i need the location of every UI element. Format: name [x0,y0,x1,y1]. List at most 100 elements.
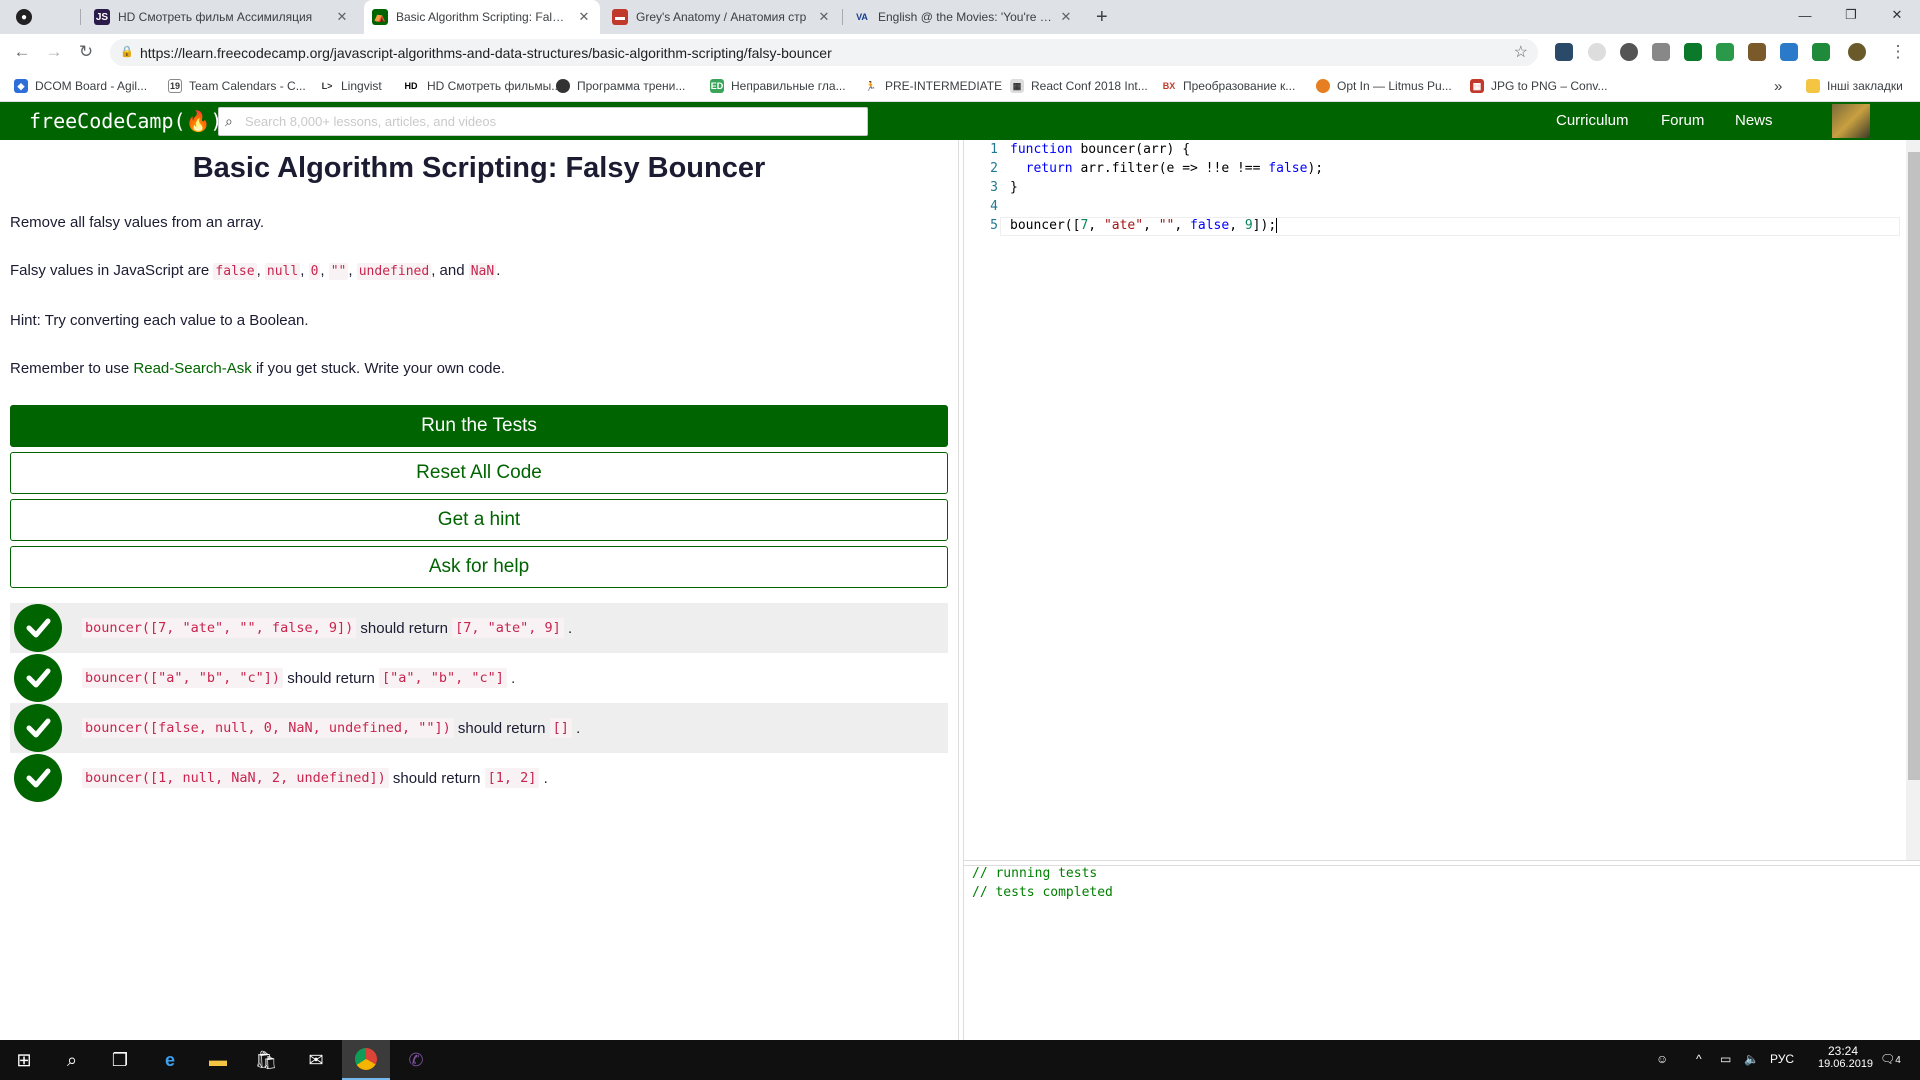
address-bar[interactable]: 🔒 https://learn.freecodecamp.org/javascr… [110,39,1538,66]
extension-icon[interactable] [1748,43,1766,61]
github-icon: ● [16,9,32,25]
bookmark-item[interactable]: ▦ React Conf 2018 Int... [1010,70,1148,102]
tab-freecodecamp[interactable]: ⛺ Basic Algorithm Scripting: Falsy B ✕ [364,0,600,34]
close-window-icon[interactable]: ✕ [1874,0,1920,30]
minimize-icon[interactable]: — [1782,0,1828,30]
read-search-ask-link[interactable]: Read-Search-Ask [133,360,251,377]
editor-scrollbar-thumb[interactable] [1908,152,1920,780]
close-icon[interactable]: ✕ [334,9,350,25]
test-call: bouncer([7, "ate", "", false, 9]) [82,618,357,638]
tab-title: Grey's Anatomy / Анатомия стр [636,10,807,24]
extension-icon[interactable] [1652,43,1670,61]
close-icon[interactable]: ✕ [576,9,592,25]
checkmark-icon [14,604,62,652]
ask-help-button[interactable]: Ask for help [10,546,948,588]
reload-icon[interactable]: ↻ [70,34,102,70]
bookmark-item[interactable]: 19 Team Calendars - C... [168,70,306,102]
line-number: 1 [990,142,998,157]
tab-english[interactable]: VA English @ the Movies: 'You're a L ✕ [846,0,1082,34]
bookmark-star-icon[interactable]: ☆ [1514,42,1528,62]
bookmark-item[interactable]: BX Преобразование к... [1162,70,1296,102]
back-icon[interactable]: ← [6,34,38,70]
bookmark-item[interactable]: ED Неправильные гла... [710,70,846,102]
tab-greys[interactable]: ▬ Grey's Anatomy / Анатомия стр ✕ [604,0,840,34]
test-call: bouncer(["a", "b", "c"]) [82,668,284,688]
challenge-description-pane: Basic Algorithm Scripting: Falsy Bouncer… [0,140,958,1040]
user-avatar[interactable] [1832,104,1870,138]
challenge-title: Basic Algorithm Scripting: Falsy Bouncer [192,152,766,184]
extension-icon[interactable] [1588,43,1606,61]
read-search-ask-text: Remember to use Read-Search-Ask if you g… [10,360,505,377]
nav-news[interactable]: News [1735,112,1773,129]
lingvist-icon: L> [321,81,333,91]
bookmark-item[interactable]: L> Lingvist [320,70,382,102]
file-explorer-icon[interactable]: ▬ [194,1040,242,1080]
mail-icon[interactable]: ✉ [292,1040,340,1080]
language-indicator[interactable]: РУС [1770,1052,1794,1066]
restore-icon[interactable]: ❐ [1828,0,1874,30]
search-input[interactable] [245,114,867,129]
search-box[interactable]: ⌕ [218,107,868,136]
tab-title: HD Смотреть фильм Ассимиляция [118,10,313,24]
run-tests-button[interactable]: Run the Tests [10,405,948,447]
tab-github[interactable]: ● [8,0,46,34]
inline-code: undefined [356,263,432,280]
people-icon[interactable]: ☺ [1656,1052,1668,1066]
bookmark-item[interactable]: Программа трени... [556,70,685,102]
nav-curriculum[interactable]: Curriculum [1556,112,1629,129]
notifications-icon[interactable]: 🗨4 [1880,1052,1901,1066]
bookmarks-bar: ◆ DCOM Board - Agil... 19 Team Calendars -… [0,70,1920,102]
line-number: 3 [990,180,998,195]
extension-icon[interactable] [1812,43,1830,61]
test-call: bouncer([1, null, NaN, 2, undefined]) [82,768,389,788]
line-number: 2 [990,161,998,176]
tab-movie[interactable]: JS HD Смотреть фильм Ассимиляция ✕ [86,0,358,34]
menu-icon[interactable]: ⋮ [1882,34,1914,70]
browser-toolbar: ← → ↻ 🔒 https://learn.freecodecamp.org/j… [0,34,1920,70]
bookmark-icon: ◆ [14,79,28,93]
bookmark-item[interactable]: ◆ DCOM Board - Agil... [14,70,147,102]
network-icon[interactable]: ▭ [1720,1052,1731,1066]
store-icon[interactable]: 🛍 [242,1040,290,1080]
viber-icon[interactable]: ✆ [392,1040,440,1080]
new-tab-button[interactable]: + [1088,0,1116,34]
line-number: 5 [990,218,998,233]
chevron-up-icon[interactable]: ^ [1696,1052,1702,1066]
clock[interactable]: 23:24 19.06.2019 [1818,1044,1873,1070]
checkmark-icon [14,704,62,752]
runner-icon: 🏃 [865,80,877,91]
task-view-icon[interactable]: ❐ [96,1040,144,1080]
bookmark-item[interactable]: ▦ JPG to PNG – Conv... [1470,70,1607,102]
edge-icon[interactable]: e [146,1040,194,1080]
lock-icon: 🔒 [120,46,134,58]
bookmark-item[interactable]: 🏃 PRE-INTERMEDIATE [864,70,1002,102]
profile-avatar[interactable] [1848,43,1866,61]
bookmark-item[interactable]: Opt In — Litmus Pu... [1316,70,1452,102]
get-hint-button[interactable]: Get a hint [10,499,948,541]
inline-code: false [213,263,257,280]
close-icon[interactable]: ✕ [816,9,832,25]
close-icon[interactable]: ✕ [1058,9,1074,25]
inline-code: "" [328,263,349,280]
fcc-logo[interactable]: freeCodeCamp(🔥) [29,109,222,133]
extension-icon[interactable] [1684,43,1702,61]
nav-forum[interactable]: Forum [1661,112,1704,129]
other-bookmarks[interactable]: Інші закладки [1806,70,1903,102]
extension-icon[interactable] [1716,43,1734,61]
chrome-icon[interactable] [342,1040,390,1080]
windows-start-icon[interactable]: ⊞ [0,1040,48,1080]
extension-icon[interactable] [1555,43,1573,61]
extension-icon[interactable] [1620,43,1638,61]
bookmarks-overflow[interactable]: » [1774,70,1782,102]
inline-code: null [264,263,301,280]
volume-icon[interactable]: 🔈 [1744,1052,1759,1066]
bookmark-item[interactable]: HD HD Смотреть фильмы... [402,70,562,102]
output-line: // running tests [972,866,1098,881]
code-editor[interactable]: 1 2 3 4 5 function bouncer(arr) { return… [964,140,1904,860]
description-text: Remove all falsy values from an array. [10,214,264,231]
tab-title: Basic Algorithm Scripting: Falsy B [396,10,570,24]
forward-icon[interactable]: → [38,34,70,70]
extension-icon[interactable] [1780,43,1798,61]
search-icon[interactable]: ⌕ [48,1040,96,1080]
reset-code-button[interactable]: Reset All Code [10,452,948,494]
